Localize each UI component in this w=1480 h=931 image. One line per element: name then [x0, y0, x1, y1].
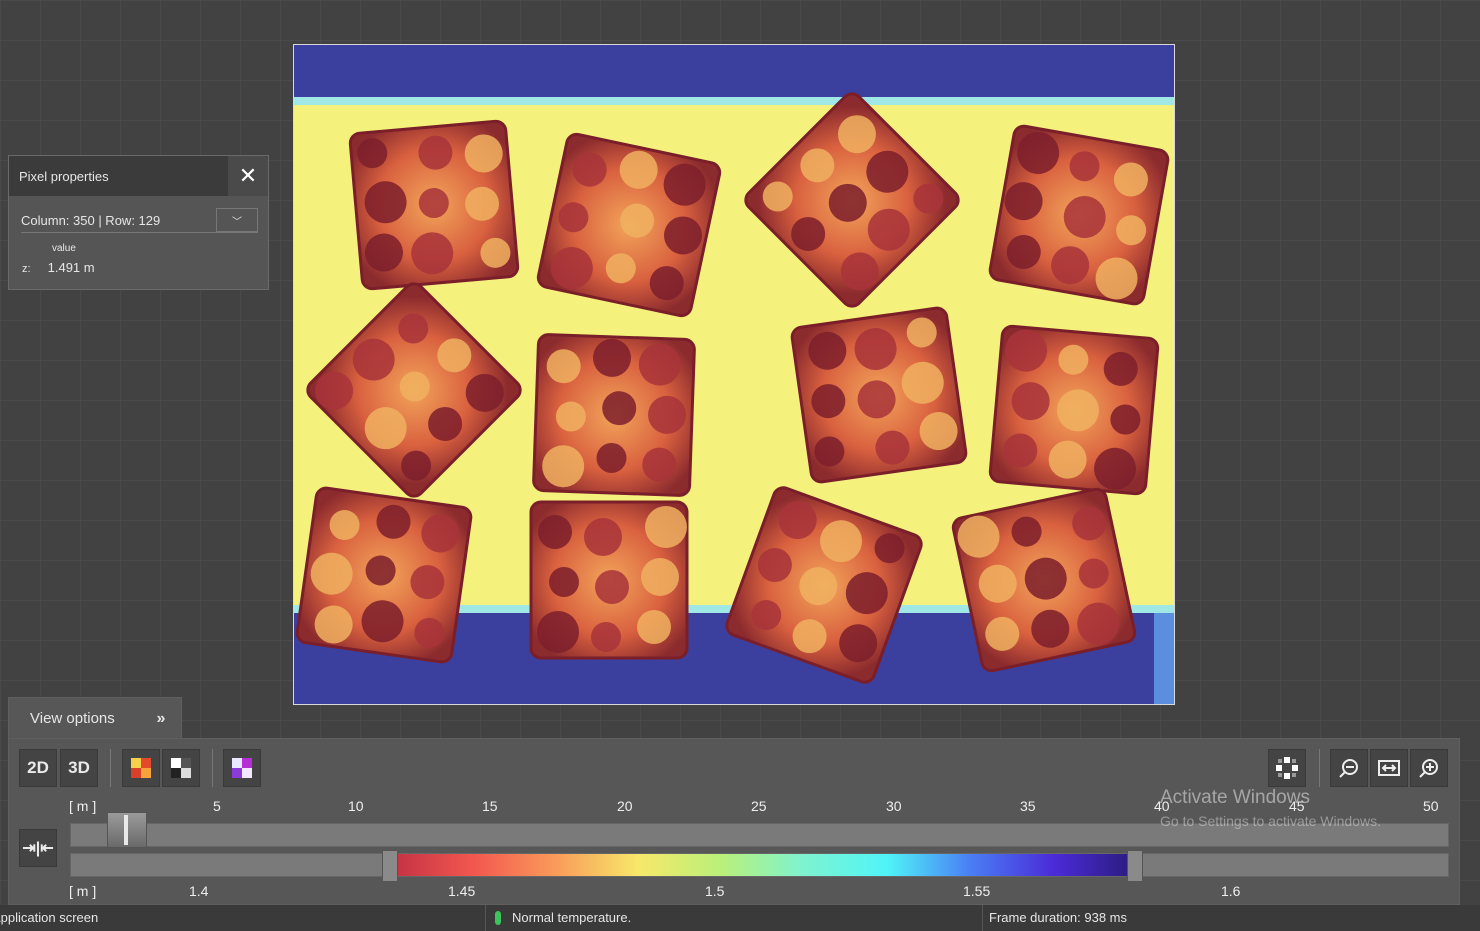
grayscale-button[interactable]: [162, 749, 200, 787]
view-options-tab[interactable]: View options »: [8, 697, 182, 739]
mode-3d-button[interactable]: 3D: [60, 749, 98, 787]
mode-2d-button[interactable]: 2D: [19, 749, 57, 787]
depth-image: [294, 45, 1174, 704]
colormap-bar: [390, 854, 1136, 876]
pixel-selector[interactable]: Column: 350 | Row: 129 ﹀: [21, 208, 258, 233]
status-bar: Application screen Normal temperature. F…: [0, 905, 1480, 931]
color-tick-label: 1.5: [705, 883, 725, 899]
depth-tile: [988, 324, 1160, 496]
color-palette-icon: [131, 758, 151, 778]
depth-tile: [790, 306, 968, 484]
status-frame-duration: Frame duration: 938 ms: [989, 910, 1128, 925]
range-slider-handle[interactable]: [107, 812, 147, 848]
zoom-in-icon: [1419, 759, 1438, 778]
range-compress-icon: ⇥|⇤: [22, 840, 54, 857]
status-temperature: Normal temperature.: [512, 910, 632, 925]
fit-width-icon: [1378, 760, 1400, 776]
range-tick-label: 5: [213, 798, 221, 814]
depth-tile: [348, 119, 520, 291]
depth-tile: [295, 486, 473, 664]
zoom-out-icon: [1339, 759, 1358, 778]
depth-image-viewport[interactable]: [293, 44, 1175, 705]
color-range-min-handle[interactable]: [382, 850, 398, 882]
depth-tile: [529, 500, 689, 660]
depth-tile: [536, 132, 722, 318]
color-tick-label: 1.6: [1221, 883, 1241, 899]
pixel-value: 1.491 m: [47, 260, 95, 275]
color-range-track[interactable]: [70, 850, 1449, 882]
axis-label: z:: [22, 263, 31, 275]
depth-tile: [988, 124, 1170, 306]
texture-button[interactable]: [223, 749, 261, 787]
range-tick-label: 30: [886, 798, 902, 814]
range-tick-label: 10: [348, 798, 364, 814]
pixel-properties-panel: Pixel properties ✕ Column: 350 | Row: 12…: [8, 155, 269, 290]
range-tick-label: 50: [1423, 798, 1439, 814]
panel-title: Pixel properties: [19, 168, 109, 184]
panel-header: Pixel properties ✕: [9, 156, 268, 196]
range-tick-label: 25: [751, 798, 767, 814]
zoom-out-button[interactable]: [1330, 749, 1368, 787]
color-unit-label: [ m ]: [69, 883, 97, 899]
range-unit-label: [ m ]: [69, 798, 97, 814]
status-application: Application screen: [0, 910, 99, 925]
double-chevron-down-icon[interactable]: »: [141, 710, 181, 728]
range-compress-button[interactable]: ⇥|⇤: [19, 829, 57, 867]
close-icon[interactable]: ✕: [228, 156, 268, 196]
grayscale-icon: [171, 758, 191, 778]
color-tick-label: 1.55: [963, 883, 991, 899]
depth-tile: [532, 333, 696, 497]
pixel-selector-label: Column: 350 | Row: 129: [21, 212, 161, 228]
color-range-max-handle[interactable]: [1127, 850, 1143, 882]
pixel-value-row: z: 1.491 m: [22, 260, 268, 275]
range-tick-label: 15: [482, 798, 498, 814]
color-palette-button[interactable]: [122, 749, 160, 787]
fit-width-button[interactable]: [1370, 749, 1408, 787]
range-tick-label: 35: [1020, 798, 1036, 814]
texture-icon: [232, 758, 252, 778]
view-options-label: View options: [30, 710, 115, 727]
color-tick-label: 1.45: [448, 883, 476, 899]
activation-watermark-title: Activate Windows: [1160, 787, 1310, 808]
thermometer-icon: [495, 911, 501, 925]
activation-watermark-subtitle: Go to Settings to activate Windows.: [1160, 813, 1381, 829]
checker-pattern-button[interactable]: [1268, 749, 1306, 787]
color-tick-label: 1.4: [189, 883, 209, 899]
zoom-in-button[interactable]: [1410, 749, 1448, 787]
checker-pattern-icon: [1276, 757, 1298, 779]
depth-tile: [951, 487, 1137, 673]
value-column-header: value: [52, 243, 76, 254]
range-tick-label: 20: [617, 798, 633, 814]
chevron-down-icon[interactable]: ﹀: [216, 208, 258, 232]
